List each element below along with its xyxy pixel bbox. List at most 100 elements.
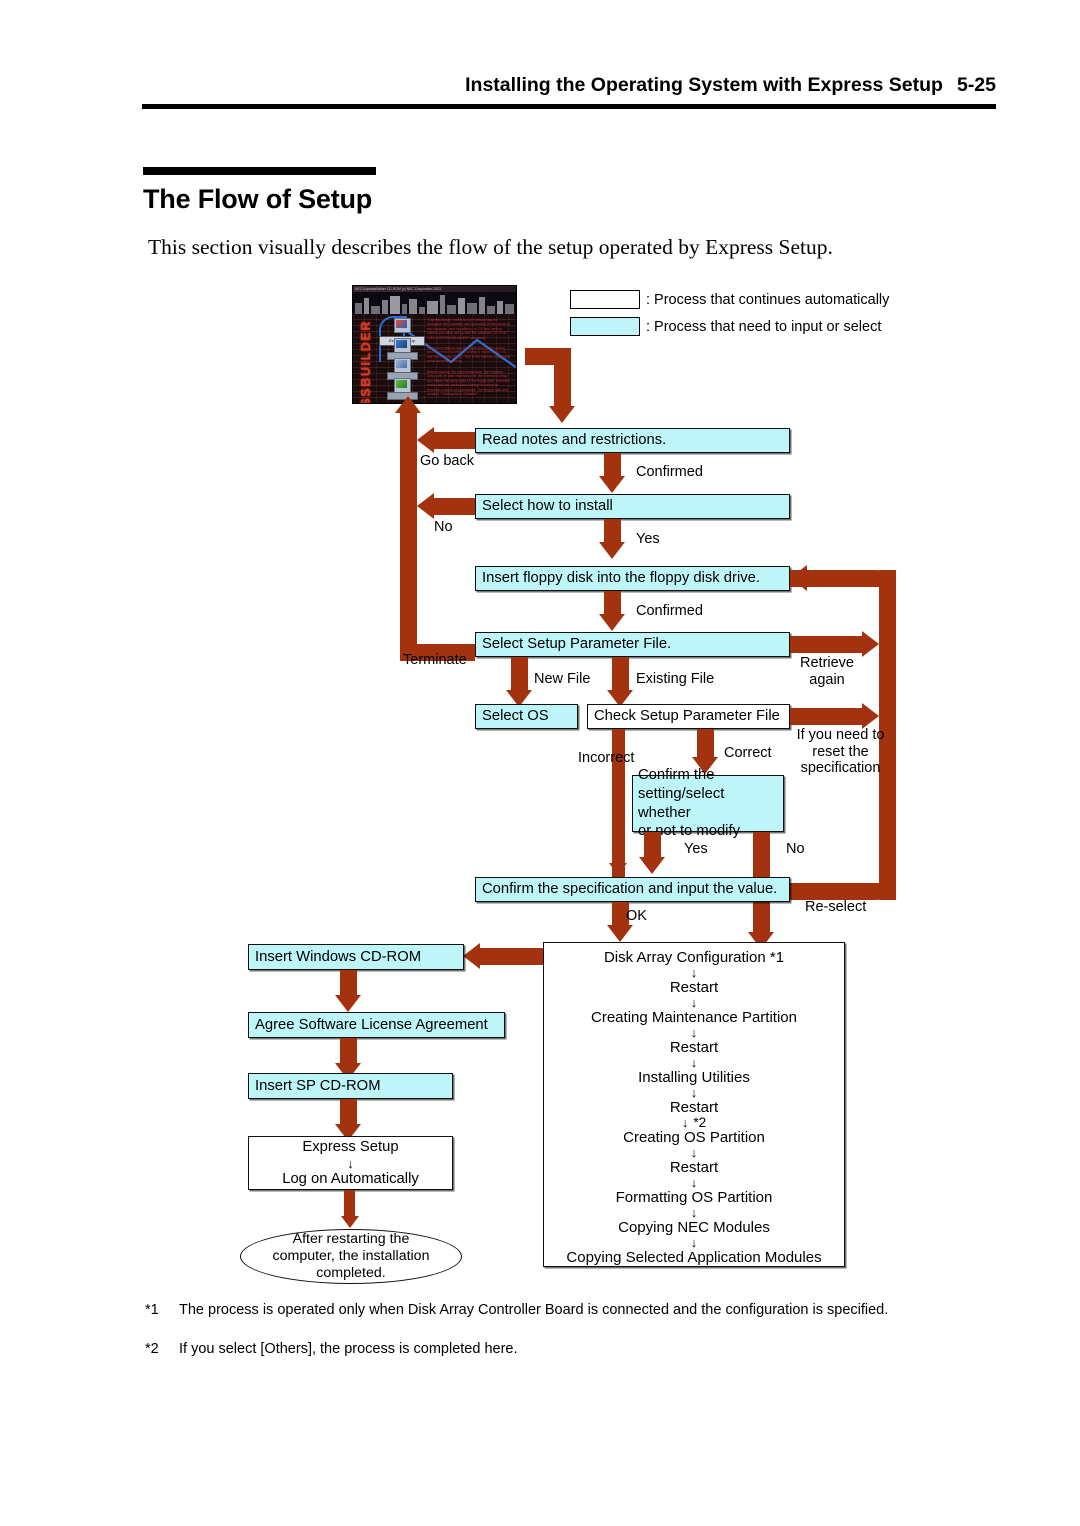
box-insert-sp-label: Insert SP CD-ROM [255,1077,381,1094]
box-select-os-label: Select OS [482,708,549,725]
label-correct: Correct [724,745,772,761]
box-confirm-setting-l1: Confirm the [638,767,715,784]
label-retrieve-again: Retrieve again [795,655,859,688]
footnote-1: *1 The process is operated only when Dis… [145,1301,950,1320]
splash-brand-text: EXPRESSBUILDER [359,320,373,404]
box-select-os[interactable]: Select OS [475,704,578,729]
arrow-confirmed-1-head [599,476,625,493]
footnote-1-text: The process is operated only when Disk A… [179,1302,889,1318]
box-agree-license-label: Agree Software License Agreement [255,1016,488,1033]
footnote-2: *2 If you select [Others], the process i… [145,1340,950,1359]
legend-swatch-cyan [570,317,640,336]
splash-menu-button-3 [394,358,411,373]
splash-skyline [353,292,516,314]
box-insert-windows-label: Insert Windows CD-ROM [255,948,422,965]
label-yes-2: Yes [684,841,708,857]
process-list-footnote-marker: *2 [693,1115,707,1130]
expressbuilder-splash-image: NEC ExpressBuilder CD-ROM (c) NEC Corpor… [352,285,517,404]
splash-menu-button-2 [394,338,411,353]
arrow-retrieve-again-head [862,631,879,657]
arrow-ok-head [607,925,633,942]
box-express-setup-logon: Express Setup ↓ Log on Automatically [248,1136,453,1190]
arrow-confirmed-2-head [599,614,625,631]
inline-down-arrow-icon: ↓ [347,1155,354,1171]
splash-paragraph-3: Before starting the setup procedure, the… [427,370,510,397]
arrow-go-back-head [417,427,434,453]
splash-paragraph-1: "Express Setup" refers to the method eas… [427,318,510,340]
return-trunk-left-head [395,396,421,413]
box-read-notes[interactable]: Read notes and restrictions. [475,428,790,453]
arrow-splash-to-read-head [549,406,575,423]
box-agree-license[interactable]: Agree Software License Agreement [248,1012,505,1038]
process-list-down-arrow-icon: ↓ [690,1175,698,1190]
box-select-how-to-install[interactable]: Select how to install [475,494,790,519]
box-confirm-specification[interactable]: Confirm the specification and input the … [475,877,790,902]
process-list-down-arrow-icon: ↓ [690,1085,698,1100]
process-list-down-arrow-icon: ↓ *2 [681,1115,707,1130]
label-retrieve-again-l1: Retrieve [800,655,854,671]
box-insert-sp-cd[interactable]: Insert SP CD-ROM [248,1073,453,1099]
arrow-to-insert-windows-head [463,943,480,969]
arrow-to-insert-windows-shaft [480,948,543,965]
label-terminate: Terminate [403,652,467,668]
end-ellipse-l1: After restarting the [292,1231,410,1248]
label-incorrect: Incorrect [578,750,635,766]
process-list-item: Copying NEC Modules [618,1219,770,1236]
box-insert-floppy[interactable]: Insert floppy disk into the floppy disk … [475,566,790,591]
arrow-confirmed-1-shaft [604,453,621,476]
process-list-down-arrow-icon: ↓ [690,1235,698,1250]
return-trunk-left [400,413,417,661]
arrow-license-to-sp-shaft [340,1038,357,1063]
process-list-item: Restart [669,1159,719,1176]
footnote-2-text: If you select [Others], the process is c… [179,1341,518,1357]
footnote-1-marker: *1 [145,1302,159,1318]
arrow-no-1-head [417,493,434,519]
label-reset-spec-l1: If you need to [796,727,885,743]
process-list-item: Creating OS Partition [623,1129,765,1146]
page-title: The Flow of Setup [143,184,373,214]
page-number: 5-25 [956,74,996,96]
label-confirmed-1: Confirmed [636,464,703,480]
box-insert-windows-cd[interactable]: Insert Windows CD-ROM [248,944,464,970]
splash-menu-button-1 [394,318,411,333]
arrow-express-to-end-shaft [344,1190,355,1216]
legend-label-input: : Process that need to input or select [646,318,882,335]
process-list-item: Restart [669,1099,719,1116]
header-divider [142,104,996,109]
process-list-down-arrow-icon: ↓ [690,965,698,980]
box-confirm-setting[interactable]: Confirm the setting/select whether or no… [632,767,784,839]
box-select-param-label: Select Setup Parameter File. [482,636,672,653]
process-list-item: Formatting OS Partition [615,1189,773,1206]
process-list-down-arrow-icon: ↓ [690,1055,698,1070]
arrow-retrieve-again-shaft [790,636,862,653]
arrow-yes-2-shaft [644,832,661,857]
box-log-on-label: Log on Automatically [282,1170,419,1187]
process-list-down-arrow-icon: ↓ [690,1205,698,1220]
return-trunk-right-head [790,565,807,591]
box-select-setup-parameter-file[interactable]: Select Setup Parameter File. [475,632,790,657]
return-trunk-right-bottom [790,883,885,900]
box-confirm-setting-l2: setting/select whether [638,785,725,821]
page-header: Installing the Operating System with Exp… [0,74,996,97]
end-state-ellipse: After restarting the computer, the insta… [240,1229,462,1284]
footnote-2-marker: *2 [145,1341,159,1357]
process-list-down-arrow-icon: ↓ [690,1025,698,1040]
section-title-rule [143,167,376,175]
legend-label-auto: : Process that continues automatically [646,291,890,308]
document-page: Installing the Operating System with Exp… [0,0,1080,1526]
box-confirm-value-label: Confirm the specification and input the … [482,881,778,898]
label-reset-specification: If you need to reset the specification [793,727,888,777]
end-ellipse-l2: computer, the installation [272,1248,430,1265]
header-title-text: Installing the Operating System with Exp… [465,74,943,96]
label-go-back: Go back [420,453,474,469]
splash-menu-button-4 [394,378,411,393]
process-list-item: Installing Utilities [638,1069,750,1086]
arrow-windows-to-license-head [335,995,361,1012]
arrow-new-file-shaft [511,657,528,690]
arrow-splash-to-read-elbow-v [554,348,571,406]
legend-item-auto: : Process that continues automatically [570,290,889,309]
arrow-confirmed-2-shaft [604,591,621,614]
label-re-select: Re-select [805,899,867,915]
process-list-down-arrow-icon: ↓ [690,995,698,1010]
label-no-2: No [786,841,805,857]
